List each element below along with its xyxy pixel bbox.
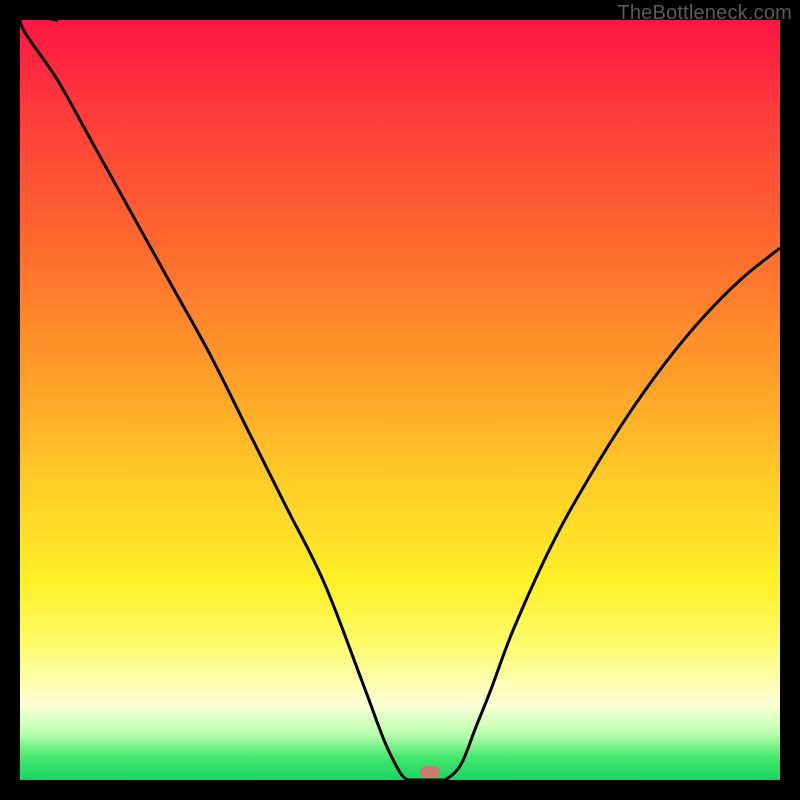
plot-area — [20, 20, 780, 780]
curve-path — [20, 15, 780, 781]
chart-frame: TheBottleneck.com — [0, 0, 800, 800]
bottleneck-curve — [20, 20, 780, 780]
